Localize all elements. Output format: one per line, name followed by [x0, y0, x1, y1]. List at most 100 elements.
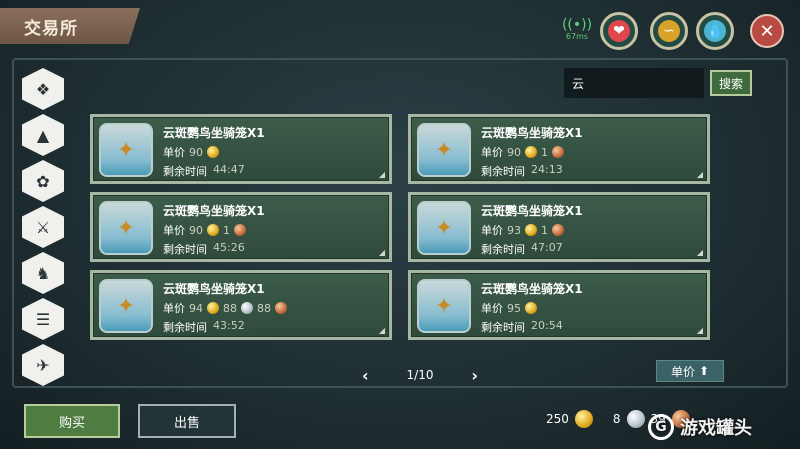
- close-button[interactable]: ✕: [750, 14, 784, 48]
- wifi-icon: ((•)): [561, 17, 593, 33]
- time-row: 剩余时间 47:07: [481, 241, 563, 257]
- time-remaining: 24:13: [531, 163, 563, 176]
- listing-card[interactable]: ✦ 云斑鹦鸟坐骑笼X1 单价 90 1 剩余时间 45:26 ◢: [90, 192, 392, 262]
- next-page-button[interactable]: ›: [471, 366, 478, 385]
- corner-mark-icon: ◢: [378, 170, 385, 179]
- sidebar-item-materials[interactable]: ❖: [22, 68, 64, 110]
- paw-icon: ✿: [36, 171, 50, 191]
- thirst-status-button[interactable]: 💧: [696, 12, 734, 50]
- listing-card[interactable]: ✦ 云斑鹦鸟坐骑笼X1 单价 90 1 剩余时间 24:13 ◢: [408, 114, 710, 184]
- health-status-button[interactable]: ❤: [600, 12, 638, 50]
- heart-icon: ❤: [608, 20, 630, 42]
- price-gold: 94: [189, 301, 203, 315]
- time-row: 剩余时间 45:26: [163, 241, 245, 257]
- listing-card[interactable]: ✦ 云斑鹦鸟坐骑笼X1 单价 94 88 88 剩余时间 43:52 ◢: [90, 270, 392, 340]
- listing-card[interactable]: ✦ 云斑鹦鸟坐骑笼X1 单价 90 剩余时间 44:47 ◢: [90, 114, 392, 184]
- pagination: ‹ 1/10 ›: [362, 364, 478, 386]
- time-label: 剩余时间: [481, 165, 525, 178]
- price-row: 单价 90 1: [163, 222, 246, 238]
- item-thumbnail: ✦: [99, 201, 153, 255]
- gold-coin-icon: [525, 224, 537, 236]
- price-copper: 1: [541, 145, 548, 159]
- time-row: 剩余时间 43:52: [163, 319, 245, 335]
- search-input[interactable]: 云: [564, 68, 704, 98]
- price-gold: 93: [507, 223, 521, 237]
- time-row: 剩余时间 24:13: [481, 163, 563, 179]
- wallet-gold: 250: [546, 412, 569, 426]
- mount-cage-icon: ✦: [116, 137, 136, 163]
- item-name: 云斑鹦鸟坐骑笼X1: [481, 282, 583, 296]
- price-row: 单价 94 88 88: [163, 300, 287, 316]
- time-label: 剩余时间: [163, 321, 207, 334]
- sidebar-item-paw[interactable]: ✿: [22, 160, 64, 202]
- mount-cage-icon: ✦: [434, 137, 454, 163]
- listing-card[interactable]: ✦ 云斑鹦鸟坐骑笼X1 单价 95 剩余时间 20:54 ◢: [408, 270, 710, 340]
- corner-mark-icon: ◢: [696, 170, 703, 179]
- item-thumbnail: ✦: [417, 201, 471, 255]
- item-name: 云斑鹦鸟坐骑笼X1: [163, 126, 265, 140]
- copper-coin-icon: [275, 302, 287, 314]
- gold-coin-icon: [207, 224, 219, 236]
- price-silver: 88: [223, 301, 237, 315]
- price-copper: 88: [257, 301, 271, 315]
- time-label: 剩余时间: [163, 243, 207, 256]
- gold-coin-icon: [525, 146, 537, 158]
- watermark-logo-icon: G: [648, 414, 674, 440]
- materials-icon: ❖: [35, 79, 51, 99]
- silver-coin-icon: [241, 302, 253, 314]
- item-name: 云斑鹦鸟坐骑笼X1: [163, 204, 265, 218]
- page-indicator: 1/10: [406, 368, 434, 382]
- latency-text: 67ms: [565, 32, 589, 41]
- sort-label: 单价: [670, 364, 695, 379]
- title-plate: 交易所: [0, 8, 140, 44]
- corner-mark-icon: ◢: [696, 326, 703, 335]
- search-input-value: 云: [572, 76, 585, 91]
- corner-mark-icon: ◢: [378, 248, 385, 257]
- item-thumbnail: ✦: [99, 279, 153, 333]
- item-name: 云斑鹦鸟坐骑笼X1: [481, 204, 583, 218]
- price-row: 单价 90: [163, 144, 219, 160]
- search-button[interactable]: 搜索: [710, 70, 752, 96]
- sort-by-price-button[interactable]: 单价 ⬆: [656, 360, 724, 382]
- close-icon: ✕: [759, 20, 775, 42]
- item-thumbnail: ✦: [417, 123, 471, 177]
- prev-page-button[interactable]: ‹: [362, 366, 369, 385]
- corner-mark-icon: ◢: [696, 248, 703, 257]
- watermark: G 游戏罐头: [648, 414, 752, 440]
- listing-grid: ✦ 云斑鹦鸟坐骑笼X1 单价 90 剩余时间 44:47 ◢ ✦ 云斑鹦鸟坐骑笼…: [80, 104, 780, 350]
- time-remaining: 43:52: [213, 319, 245, 332]
- drop-icon: 💧: [704, 20, 726, 42]
- arrow-up-icon: ⬆: [698, 364, 710, 378]
- sidebar-item-furniture[interactable]: ☰: [22, 298, 64, 340]
- misc-icon: ✈: [36, 355, 50, 375]
- copper-coin-icon: [552, 146, 564, 158]
- price-label: 单价: [481, 302, 503, 315]
- time-remaining: 47:07: [531, 241, 563, 254]
- page-title: 交易所: [24, 18, 78, 39]
- gold-coin-icon: [525, 302, 537, 314]
- time-label: 剩余时间: [481, 243, 525, 256]
- price-copper: 1: [541, 223, 548, 237]
- price-copper: 1: [223, 223, 230, 237]
- hunger-status-button[interactable]: ∽: [650, 12, 688, 50]
- sell-tab-button[interactable]: 出售: [138, 404, 236, 438]
- buy-tab-button[interactable]: 购买: [24, 404, 120, 438]
- item-name: 云斑鹦鸟坐骑笼X1: [163, 282, 265, 296]
- sidebar-item-weapons[interactable]: ⚔: [22, 206, 64, 248]
- sidebar-item-camp[interactable]: ▲: [22, 114, 64, 156]
- price-gold: 90: [507, 145, 521, 159]
- time-row: 剩余时间 44:47: [163, 163, 245, 179]
- corner-mark-icon: ◢: [378, 326, 385, 335]
- time-remaining: 20:54: [531, 319, 563, 332]
- price-row: 单价 90 1: [481, 144, 564, 160]
- gold-coin-icon: [574, 410, 593, 428]
- stomach-icon: ∽: [658, 20, 680, 42]
- copper-coin-icon: [234, 224, 246, 236]
- listing-card[interactable]: ✦ 云斑鹦鸟坐骑笼X1 单价 93 1 剩余时间 47:07 ◢: [408, 192, 710, 262]
- mount-cage-icon: ✦: [116, 293, 136, 319]
- sidebar-item-mounts[interactable]: ♞: [22, 252, 64, 294]
- network-indicator: ((•)) 67ms: [560, 18, 594, 46]
- time-label: 剩余时间: [481, 321, 525, 334]
- sidebar-item-misc[interactable]: ✈: [22, 344, 64, 386]
- time-label: 剩余时间: [163, 165, 207, 178]
